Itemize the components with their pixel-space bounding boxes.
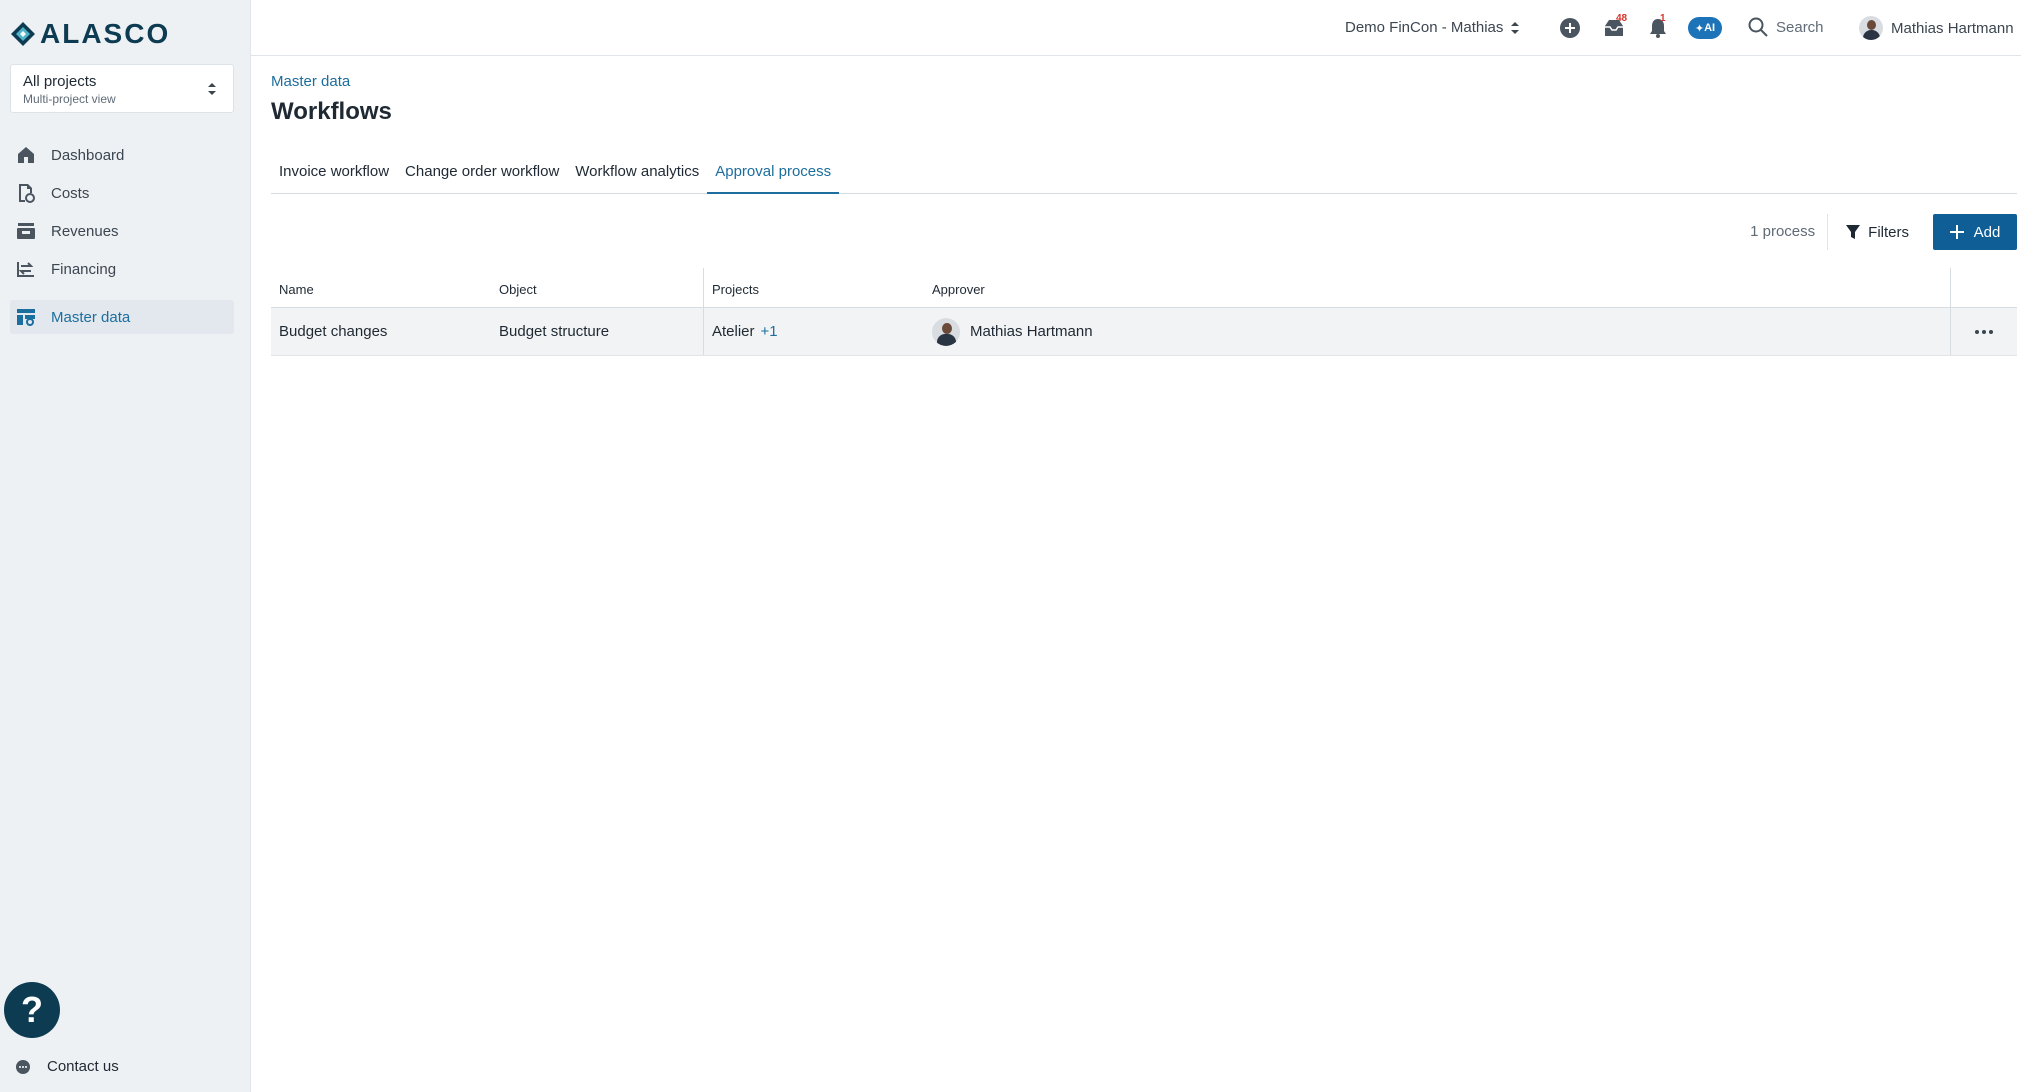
home-icon (15, 144, 37, 166)
approval-process-table: Name Object Projects Approver Budget cha… (271, 268, 2017, 356)
column-header-projects[interactable]: Projects (704, 268, 924, 307)
page-title: Workflows (271, 98, 392, 125)
sidebar-item-label: Revenues (51, 222, 119, 240)
approver-name: Mathias Hartmann (970, 323, 1093, 340)
project-selector-title: All projects (23, 73, 97, 90)
cell-approver: Mathias Hartmann (924, 308, 1951, 355)
avatar (932, 317, 960, 346)
user-name: Mathias Hartmann (1891, 19, 2014, 37)
cell-object: Budget structure (491, 308, 704, 355)
chat-icon (16, 1059, 30, 1074)
top-bar: Demo FinCon - Mathias 48 1 ✦ AI Search Ma… (251, 0, 2021, 56)
revenues-icon (15, 220, 37, 242)
add-label: Add (1973, 223, 2001, 241)
sort-caret-icon (208, 83, 216, 95)
financing-icon (15, 258, 37, 280)
process-count: 1 process (1750, 214, 1829, 250)
sidebar-item-revenues[interactable]: Revenues (10, 214, 234, 248)
logo-icon (11, 22, 35, 46)
ai-assistant-button[interactable]: ✦ AI (1688, 17, 1722, 39)
column-header-approver[interactable]: Approver (924, 268, 1951, 307)
contact-us-label: Contact us (47, 1058, 119, 1075)
contact-us-link[interactable]: Contact us (15, 1058, 119, 1075)
breadcrumb[interactable]: Master data (271, 73, 350, 90)
add-button[interactable]: Add (1933, 214, 2017, 250)
filters-button[interactable]: Filters (1828, 224, 1933, 241)
nav-divider (10, 290, 234, 300)
costs-icon (15, 182, 37, 204)
plus-circle-icon (1560, 18, 1580, 38)
project-selector-subtitle: Multi-project view (23, 92, 116, 106)
table-toolbar: 1 process Filters Add (1750, 214, 2017, 250)
sidebar: ALASCO All projects Multi-project view D… (0, 0, 251, 1092)
sidebar-item-label: Dashboard (51, 146, 125, 164)
table-row[interactable]: Budget changes Budget structure Atelier … (271, 308, 2017, 356)
filter-icon (1846, 225, 1861, 239)
avatar (1859, 16, 1883, 40)
table-header: Name Object Projects Approver (271, 268, 2017, 308)
notifications-badge: 1 (1660, 13, 1666, 24)
row-actions-button[interactable] (1951, 308, 2017, 355)
sidebar-item-label: Master data (51, 308, 131, 326)
sidebar-item-master-data[interactable]: Master data (10, 300, 234, 334)
more-projects-link[interactable]: +1 (761, 323, 778, 340)
tab-change-order-workflow[interactable]: Change order workflow (397, 150, 567, 194)
sort-caret-icon (1511, 21, 1520, 34)
user-menu[interactable]: Mathias Hartmann (1859, 16, 2014, 40)
tab-approval-process[interactable]: Approval process (707, 150, 840, 194)
create-button[interactable] (1558, 16, 1582, 40)
sidebar-item-financing[interactable]: Financing (10, 252, 234, 286)
cell-name: Budget changes (279, 323, 388, 340)
sidebar-nav: Dashboard Costs Revenues Financing Maste… (10, 138, 234, 338)
sidebar-item-label: Costs (51, 184, 90, 202)
inbox-badge: 48 (1616, 13, 1628, 24)
sidebar-item-costs[interactable]: Costs (10, 176, 234, 210)
company-switcher[interactable]: Demo FinCon - Mathias (1345, 19, 1520, 36)
tab-bar: Invoice workflow Change order workflow W… (271, 150, 2017, 194)
search-icon (1748, 17, 1768, 37)
project-name: Atelier (712, 323, 755, 340)
column-header-actions (1951, 268, 2017, 307)
logo-text: ALASCO (40, 18, 171, 49)
inbox-button[interactable]: 48 (1602, 13, 1628, 40)
master-data-icon (15, 306, 37, 328)
help-button[interactable]: ? (4, 982, 60, 1038)
tab-invoice-workflow[interactable]: Invoice workflow (271, 150, 397, 194)
cell-projects: Atelier +1 (704, 308, 924, 355)
ai-label: AI (1704, 22, 1716, 34)
column-header-object[interactable]: Object (491, 268, 704, 307)
sidebar-item-dashboard[interactable]: Dashboard (10, 138, 234, 172)
column-header-name[interactable]: Name (271, 268, 491, 307)
search-label: Search (1776, 18, 1824, 36)
sidebar-item-label: Financing (51, 260, 117, 278)
sparkle-icon: ✦ (1694, 22, 1705, 35)
alasco-logo[interactable]: ALASCO (10, 18, 170, 50)
more-horizontal-icon (1975, 329, 1993, 334)
project-selector[interactable]: All projects Multi-project view (10, 64, 234, 113)
notifications-button[interactable]: 1 (1646, 13, 1670, 40)
company-name: Demo FinCon - Mathias (1345, 19, 1504, 36)
search-button[interactable]: Search (1748, 17, 1824, 37)
filters-label: Filters (1868, 223, 1909, 241)
plus-icon (1949, 225, 1964, 239)
tab-workflow-analytics[interactable]: Workflow analytics (567, 150, 707, 194)
